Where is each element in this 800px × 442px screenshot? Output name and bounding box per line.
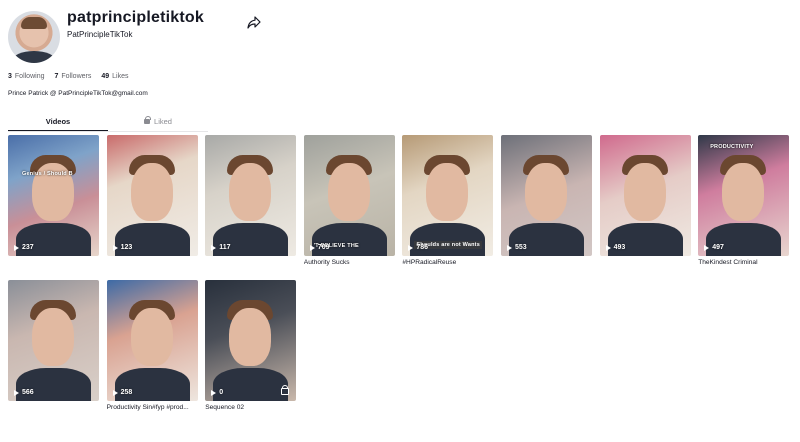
person-face (327, 163, 370, 221)
video-card[interactable]: PRODUCTIVITY 497 TheKindest Criminal (698, 135, 790, 266)
play-icon (408, 244, 414, 251)
video-card[interactable]: 553 (501, 135, 592, 259)
video-card[interactable]: 'T BELIEVE THE 709 Authority Sucks (303, 135, 395, 266)
following-stat[interactable]: 3 Following (8, 73, 44, 80)
view-count: 117 (211, 244, 230, 251)
person-shirt (706, 223, 782, 256)
video-caption[interactable]: Productivity Sin#fyp #prod... (107, 404, 198, 411)
profile-nickname: PatPrincipleTikTok (67, 30, 133, 39)
video-thumbnail[interactable]: 258 (106, 280, 198, 401)
share-icon[interactable] (246, 14, 262, 30)
play-icon (211, 244, 217, 251)
tab-videos[interactable]: Videos (8, 116, 108, 132)
play-icon (605, 244, 611, 251)
video-caption[interactable]: Authority Sucks (304, 259, 395, 266)
video-thumbnail[interactable]: 566 (8, 280, 99, 401)
person-shirt (213, 368, 289, 401)
avatar-shirt (12, 51, 56, 63)
person-shirt (509, 223, 584, 256)
video-card[interactable]: 493 (599, 135, 691, 259)
video-thumbnail[interactable]: 123 (106, 135, 198, 256)
person-shirt (311, 223, 387, 256)
video-caption[interactable]: TheKindest Criminal (698, 259, 789, 266)
person-shirt (114, 223, 190, 256)
video-overlay-text: PRODUCTIVITY (710, 144, 754, 150)
play-icon (507, 244, 512, 251)
person-shirt (114, 368, 190, 401)
view-count: 123 (112, 244, 132, 251)
view-count: 0 (211, 389, 223, 396)
video-card[interactable]: Genius / Should B 237 (8, 135, 99, 259)
play-icon (14, 244, 19, 251)
play-icon (112, 244, 118, 251)
person-face (32, 308, 74, 366)
view-count: 786 (408, 244, 428, 251)
avatar-hair (21, 17, 47, 29)
person-shirt (16, 368, 91, 401)
view-count: 553 (507, 244, 527, 251)
play-icon (112, 389, 118, 396)
person-face (426, 163, 469, 221)
video-card[interactable]: 258 Productivity Sin#fyp #prod... (106, 280, 198, 411)
private-lock-icon (281, 385, 290, 395)
view-count: 709 (309, 244, 329, 251)
video-thumbnail[interactable]: 117 (205, 135, 297, 256)
video-card[interactable]: 0 Sequence 02 (205, 280, 297, 411)
person-shirt (410, 223, 486, 256)
lock-icon (144, 116, 152, 124)
person-shirt (16, 223, 91, 256)
video-overlay-text: Genius / Should B (22, 171, 73, 177)
video-thumbnail[interactable]: 493 (599, 135, 691, 256)
video-caption[interactable]: Sequence 02 (205, 404, 296, 411)
person-face (229, 308, 272, 366)
view-count: 258 (112, 389, 132, 396)
view-count: 493 (605, 244, 625, 251)
profile-username: patprincipletiktok (67, 9, 204, 26)
person-face (130, 308, 173, 366)
video-thumbnail[interactable]: 0 (205, 280, 297, 401)
tabs-divider (8, 131, 208, 132)
video-thumbnail[interactable]: PRODUCTIVITY 497 (698, 135, 790, 256)
view-count: 237 (14, 244, 34, 251)
video-card[interactable]: 566 (8, 280, 99, 404)
profile-tabs: Videos Liked (8, 116, 208, 132)
likes-stat: 49 Likes (101, 73, 129, 80)
video-thumbnail[interactable]: 'T BELIEVE THE 709 (303, 135, 395, 256)
profile-bio: Prince Patrick @ PatPrincipleTikTok@gmai… (8, 90, 148, 97)
video-card[interactable]: 123 (106, 135, 198, 259)
video-thumbnail[interactable]: 553 (501, 135, 592, 256)
person-face (623, 163, 666, 221)
tab-liked[interactable]: Liked (108, 116, 208, 132)
video-card[interactable]: 117 (205, 135, 297, 259)
video-thumbnail[interactable]: Genius / Should B 237 (8, 135, 99, 256)
person-shirt (607, 223, 683, 256)
play-icon (309, 244, 315, 251)
play-icon (704, 244, 710, 251)
view-count: 566 (14, 389, 34, 396)
play-icon (14, 389, 19, 396)
view-count: 497 (704, 244, 724, 251)
profile-avatar[interactable] (8, 11, 60, 63)
person-shirt (213, 223, 289, 256)
person-face (525, 163, 567, 221)
followers-stat[interactable]: 7 Followers (54, 73, 91, 80)
video-card[interactable]: Shoulds are not Wants 786 #HPRadicalReuse (402, 135, 494, 266)
play-icon (211, 389, 217, 396)
person-face (722, 163, 765, 221)
video-thumbnail[interactable]: Shoulds are not Wants 786 (402, 135, 494, 256)
profile-stats: 3 Following 7 Followers 49 Likes (8, 73, 128, 80)
video-caption[interactable]: #HPRadicalReuse (402, 259, 493, 266)
person-face (130, 163, 173, 221)
person-face (229, 163, 272, 221)
